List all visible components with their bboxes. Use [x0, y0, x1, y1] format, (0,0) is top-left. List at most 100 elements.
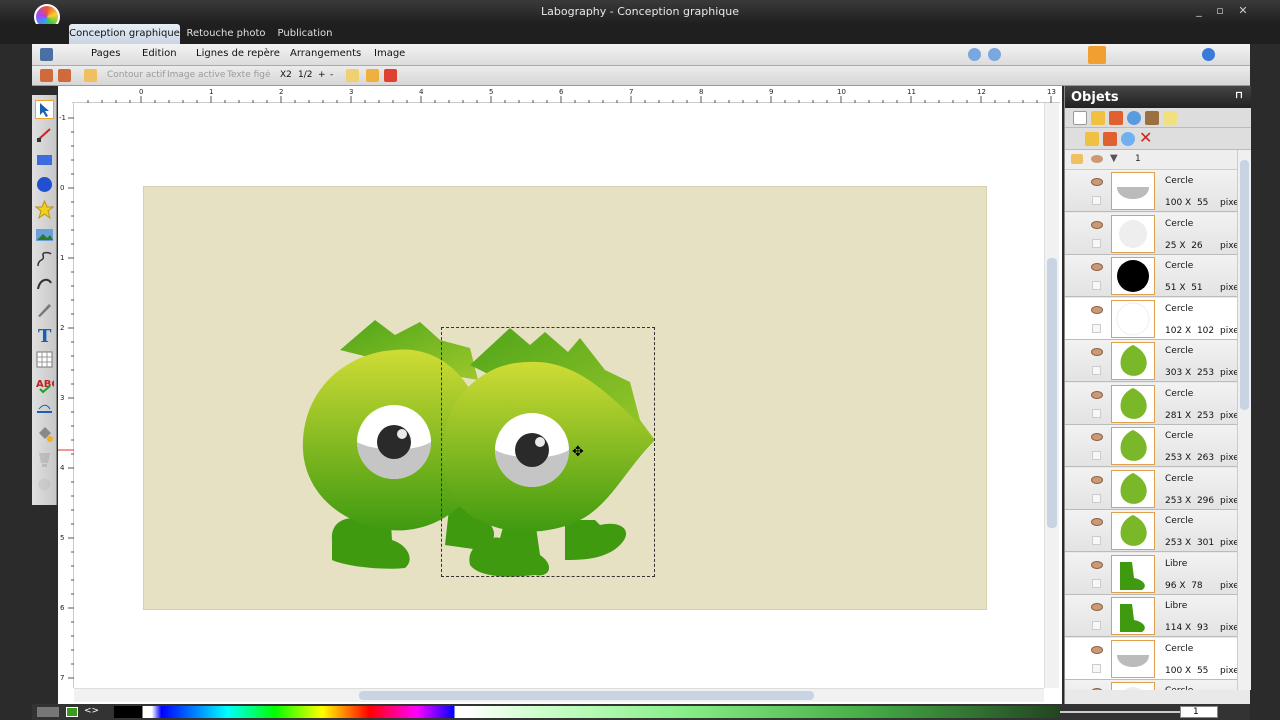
code-toggle-button[interactable]: <> — [84, 706, 99, 716]
visibility-eye-icon[interactable] — [1091, 348, 1103, 356]
lock-checkbox[interactable] — [1092, 196, 1101, 205]
visibility-eye-icon[interactable] — [1091, 305, 1103, 314]
object-thumbnail — [1111, 257, 1155, 295]
visibility-eye-icon[interactable] — [1091, 178, 1103, 186]
object-row[interactable]: Cercle 102 X 102 pixels — [1065, 297, 1237, 340]
object-thumbnail — [1111, 384, 1155, 423]
lock-checkbox[interactable] — [1092, 621, 1101, 630]
visibility-eye-icon[interactable] — [1091, 220, 1103, 229]
object-size: 100 X 55 — [1165, 198, 1209, 208]
delete-icon[interactable]: ✕ — [1139, 130, 1153, 146]
panel-scrollbar[interactable] — [1237, 150, 1251, 690]
object-size: 100 X 55 — [1165, 665, 1209, 676]
zoom-value: 1 — [1193, 707, 1199, 717]
visibility-eye-icon[interactable] — [1091, 263, 1103, 271]
lock-checkbox[interactable] — [1092, 238, 1101, 248]
current-color-swatch[interactable] — [66, 707, 78, 717]
vertical-scrollbar[interactable] — [1044, 103, 1059, 688]
object-type: Cercle — [1165, 388, 1194, 399]
object-height: 102 — [1196, 325, 1215, 336]
order-icon[interactable] — [1109, 111, 1123, 125]
layer-name: 1 — [1135, 154, 1141, 164]
lock-checkbox[interactable] — [1092, 451, 1101, 460]
object-row[interactable]: Cercle 253 X 296 pixels — [1065, 467, 1237, 510]
visibility-eye-icon[interactable] — [1091, 475, 1103, 484]
find-icon[interactable] — [1163, 111, 1177, 125]
object-unit: pixels — [1220, 580, 1237, 591]
lock-checkbox[interactable] — [1092, 281, 1101, 290]
object-row[interactable]: Cercle — [1065, 680, 1237, 690]
search-icon[interactable] — [1121, 132, 1135, 146]
object-row[interactable]: Cercle 100 X 55 pixels — [1065, 637, 1237, 680]
visibility-eye-icon[interactable] — [1091, 603, 1103, 611]
object-size: 51 X 51 — [1165, 283, 1203, 293]
visibility-eye-icon[interactable] — [1091, 433, 1103, 441]
zoom-field[interactable]: 1 — [1180, 706, 1218, 718]
object-row[interactable]: Cercle 253 X 263 pixels — [1065, 425, 1237, 467]
visibility-eye-icon[interactable] — [1091, 518, 1103, 526]
layer-row[interactable]: ▼ 1 — [1065, 150, 1237, 170]
panel-scroll-thumb[interactable] — [1240, 160, 1249, 410]
object-row[interactable]: Cercle 51 X 51 pixels — [1065, 255, 1237, 297]
vertical-scroll-thumb[interactable] — [1047, 258, 1057, 528]
add-layer-icon[interactable] — [1085, 132, 1099, 146]
object-width: 114 — [1165, 623, 1183, 633]
collapse-icon[interactable]: ▼ — [1110, 153, 1122, 165]
object-thumbnail — [1111, 427, 1155, 465]
zoom-slider[interactable] — [1060, 711, 1180, 713]
object-width: 100 — [1165, 665, 1183, 676]
lock-checkbox[interactable] — [1092, 578, 1101, 588]
object-row[interactable]: Libre 96 X 78 pixels — [1065, 552, 1237, 595]
object-unit: pixels — [1220, 410, 1237, 421]
object-type: Cercle — [1165, 431, 1194, 441]
object-unit: pixels — [1220, 623, 1237, 633]
object-row[interactable]: Cercle 281 X 253 pixels — [1065, 382, 1237, 425]
object-type: Cercle — [1165, 218, 1194, 229]
remove-layer-icon[interactable] — [1103, 132, 1117, 146]
object-row[interactable]: Cercle 25 X 26 pixels — [1065, 212, 1237, 255]
palette-button[interactable] — [37, 707, 59, 717]
object-height: 51 — [1191, 283, 1203, 293]
lock-checkbox[interactable] — [1092, 323, 1101, 333]
objects-panel-header: Objets ⊓ — [1065, 86, 1251, 108]
object-type: Libre — [1165, 558, 1188, 569]
object-row[interactable]: Libre 114 X 93 pixels — [1065, 595, 1237, 637]
horizontal-scroll-thumb[interactable] — [359, 691, 814, 700]
object-unit: pixels — [1220, 368, 1237, 378]
object-type: Cercle — [1165, 686, 1193, 690]
object-row[interactable]: Cercle 303 X 253 pixels — [1065, 340, 1237, 382]
object-type: Cercle — [1165, 261, 1194, 271]
new-object-icon[interactable] — [1073, 111, 1087, 125]
object-type: Libre — [1165, 601, 1188, 611]
object-width: 100 — [1165, 198, 1183, 208]
visibility-eye-icon[interactable] — [1091, 390, 1103, 399]
object-row[interactable]: Cercle 100 X 55 pixels — [1065, 170, 1237, 212]
group-icon[interactable] — [1091, 111, 1105, 125]
visibility-eye-icon[interactable] — [1091, 645, 1103, 654]
object-thumbnail — [1111, 639, 1155, 678]
lock-checkbox[interactable] — [1092, 408, 1101, 418]
objects-panel-title: Objets — [1071, 90, 1119, 105]
object-thumbnail — [1111, 597, 1155, 635]
pin-icon[interactable]: ⊓ — [1235, 90, 1243, 101]
color-icon[interactable] — [1127, 111, 1141, 125]
lock-checkbox[interactable] — [1092, 493, 1101, 503]
visibility-eye-icon[interactable] — [1091, 560, 1103, 569]
lock-checkbox[interactable] — [1092, 663, 1101, 673]
objects-list: Cercle100 X 55pixelsCercle25 X 26pixelsC… — [1065, 170, 1237, 690]
object-thumbnail — [1111, 512, 1155, 550]
object-height: 253 — [1196, 410, 1215, 421]
brush-icon[interactable] — [1145, 111, 1159, 125]
selection-box[interactable] — [441, 327, 655, 577]
lock-checkbox[interactable] — [1092, 536, 1101, 545]
object-row[interactable]: Cercle 253 X 301 pixels — [1065, 510, 1237, 552]
visibility-eye-icon[interactable] — [1091, 688, 1103, 690]
horizontal-scrollbar[interactable] — [74, 688, 1044, 702]
object-height: 93 — [1196, 623, 1209, 633]
object-unit: pixels — [1220, 495, 1237, 506]
color-palette[interactable] — [114, 706, 1060, 718]
eye-icon[interactable] — [1091, 155, 1103, 163]
object-type: Cercle — [1165, 473, 1194, 484]
object-type: Cercle — [1165, 516, 1194, 526]
lock-checkbox[interactable] — [1092, 366, 1101, 375]
